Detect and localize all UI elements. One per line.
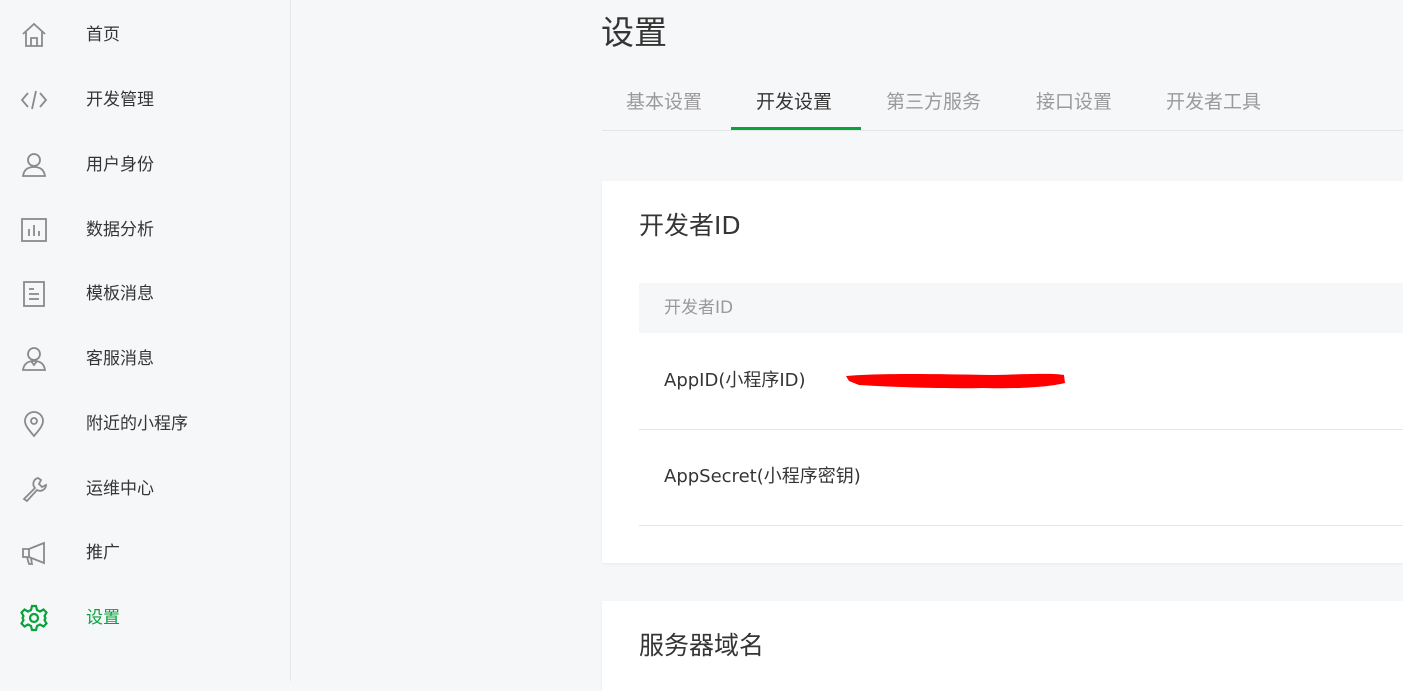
sidebar-item-label: 开发管理: [86, 90, 154, 110]
tab-basic-settings[interactable]: 基本设置: [626, 90, 702, 114]
sidebar-item-label: 设置: [86, 608, 120, 628]
table-header: 开发者ID: [639, 283, 1403, 333]
sidebar-item-nearby-mini-programs[interactable]: 附近的小程序: [0, 399, 290, 449]
document-icon: [18, 279, 50, 309]
wrench-icon: [18, 474, 50, 504]
sidebar-item-home[interactable]: 首页: [0, 10, 290, 60]
sidebar-item-settings[interactable]: 设置: [0, 593, 290, 643]
home-icon: [18, 20, 50, 50]
sidebar-item-label: 首页: [86, 25, 120, 45]
sidebar-item-label: 运维中心: [86, 479, 154, 499]
table-row-appsecret: AppSecret(小程序密钥): [639, 429, 1403, 526]
sidebar-item-promotion[interactable]: 推广: [0, 528, 290, 578]
code-icon: [18, 85, 50, 115]
sidebar-item-label: 附近的小程序: [86, 414, 188, 434]
location-pin-icon: [18, 409, 50, 439]
sidebar-item-ops-center[interactable]: 运维中心: [0, 464, 290, 514]
sidebar-item-label: 模板消息: [86, 284, 154, 304]
developer-id-card: 开发者ID 开发者ID AppID(小程序ID) AppSecret(小程序密钥…: [602, 181, 1403, 563]
sidebar-item-user-identity[interactable]: 用户身份: [0, 140, 290, 190]
active-tab-indicator: [731, 127, 861, 130]
sidebar-item-label: 推广: [86, 543, 120, 563]
sidebar-item-dev-management[interactable]: 开发管理: [0, 75, 290, 125]
sidebar-item-label: 客服消息: [86, 349, 154, 369]
sidebar-item-template-messages[interactable]: 模板消息: [0, 269, 290, 319]
sidebar-item-label: 数据分析: [86, 220, 154, 240]
table-row-appid: AppID(小程序ID): [639, 333, 1403, 430]
support-user-icon: [18, 344, 50, 374]
sidebar-item-label: 用户身份: [86, 155, 154, 175]
sidebar: 首页 开发管理 用户身份 数据分析 模板消息 客服消息 附近的小程序 运维中心 …: [0, 0, 291, 681]
tab-api-settings[interactable]: 接口设置: [1036, 90, 1112, 114]
appid-label: AppID(小程序ID): [664, 370, 806, 391]
tab-third-party-services[interactable]: 第三方服务: [886, 90, 981, 114]
card-title: 开发者ID: [639, 211, 741, 240]
tab-dev-settings[interactable]: 开发设置: [756, 90, 832, 114]
page-title: 设置: [601, 13, 667, 52]
user-icon: [18, 150, 50, 180]
card-title: 服务器域名: [639, 631, 765, 660]
redaction-mark: [846, 373, 1065, 389]
appsecret-label: AppSecret(小程序密钥): [664, 466, 861, 487]
main-content: 设置 基本设置 开发设置 第三方服务 接口设置 开发者工具 开发者ID 开发者I…: [292, 0, 1403, 691]
sidebar-item-customer-service[interactable]: 客服消息: [0, 334, 290, 384]
tab-developer-tools[interactable]: 开发者工具: [1166, 90, 1261, 114]
table-header-label: 开发者ID: [664, 298, 734, 318]
sidebar-item-data-analysis[interactable]: 数据分析: [0, 205, 290, 255]
megaphone-icon: [18, 538, 50, 568]
settings-tabs: 基本设置 开发设置 第三方服务 接口设置 开发者工具: [602, 80, 1403, 131]
server-domain-card: 服务器域名: [602, 601, 1403, 691]
gear-icon: [18, 603, 50, 633]
chart-icon: [18, 215, 50, 245]
